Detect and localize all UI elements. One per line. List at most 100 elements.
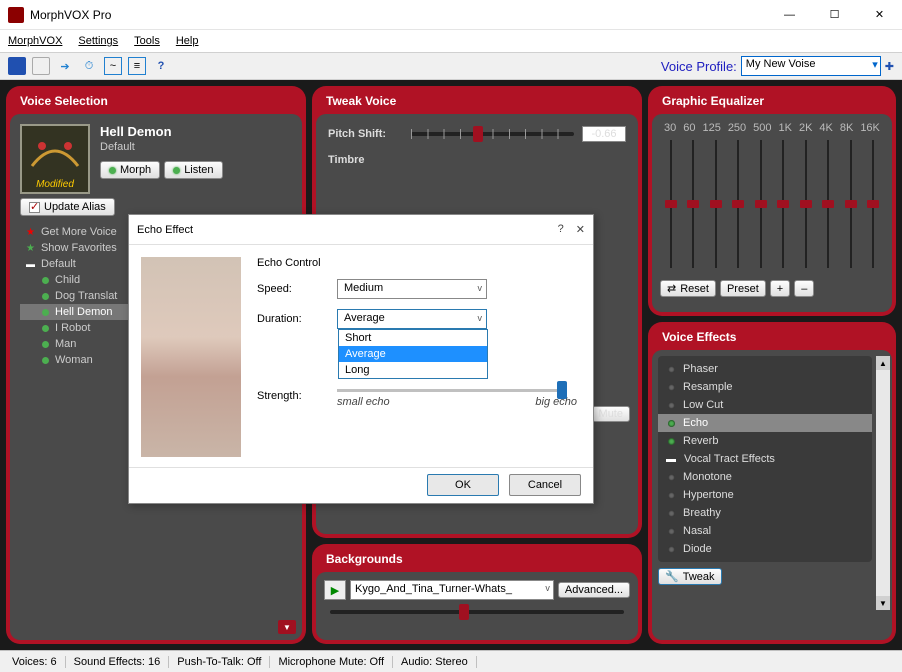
equalizer-body: 30601252505001K2K4K8K16K ⇄ Reset P (652, 114, 892, 312)
pitch-label: Pitch Shift: (328, 128, 403, 140)
background-select[interactable]: Kygo_And_Tina_Turner-Whats_ (350, 580, 554, 600)
voice-avatar: Modified (20, 124, 90, 194)
maximize-button[interactable]: ☐ (812, 0, 857, 29)
dialog-close-icon[interactable]: ✕ (576, 223, 585, 236)
toolbar-icon-1[interactable] (8, 57, 26, 75)
scroll-down-icon[interactable]: ▼ (876, 596, 890, 610)
eq-slider[interactable] (776, 140, 790, 268)
effect-item[interactable]: Breathy (658, 504, 872, 522)
dialog-preview-image (141, 257, 241, 457)
eq-band-labels: 30601252505001K2K4K8K16K (660, 122, 884, 134)
voice-profile-select[interactable]: My New Voise (741, 56, 881, 76)
effect-item[interactable]: Phaser (658, 360, 872, 378)
morph-button[interactable]: Morph (100, 161, 160, 179)
speed-label: Speed: (257, 283, 337, 295)
cancel-button[interactable]: Cancel (509, 474, 581, 496)
effect-item[interactable]: Monotone (658, 468, 872, 486)
strength-label: Strength: (257, 390, 337, 402)
scroll-up-icon[interactable]: ▲ (876, 356, 890, 370)
voice-profile: Voice Profile: My New Voise ✚ (661, 56, 894, 76)
duration-label: Duration: (257, 313, 337, 325)
speed-select[interactable]: Medium (337, 279, 487, 299)
dialog-help-icon[interactable]: ? (558, 223, 564, 236)
status-audio: Audio: Stereo (393, 656, 477, 668)
strength-slider[interactable] (337, 389, 567, 392)
effect-item[interactable]: Diode (658, 540, 872, 558)
toolbar-help-icon[interactable]: ? (152, 57, 170, 75)
window-title: MorphVOX Pro (30, 8, 111, 22)
timbre-label: Timbre (328, 154, 403, 166)
equalizer-title: Graphic Equalizer (652, 90, 892, 114)
eq-slider[interactable] (799, 140, 813, 268)
update-alias-button[interactable]: Update Alias (20, 198, 115, 216)
effect-item[interactable]: Low Cut (658, 396, 872, 414)
voice-effects-body: Phaser Resample Low Cut Echo Reverb ▬Voc… (652, 350, 892, 640)
duration-select[interactable]: Average Short Average Long (337, 309, 487, 329)
eq-preset-button[interactable]: Preset (720, 280, 766, 297)
strength-min-label: small echo (337, 396, 390, 408)
ok-button[interactable]: OK (427, 474, 499, 496)
eq-slider[interactable] (664, 140, 678, 268)
echo-effect-dialog: Echo Effect ? ✕ Echo Control Speed: Medi… (128, 214, 594, 504)
close-button[interactable]: ✕ (857, 0, 902, 29)
duration-dropdown: Short Average Long (338, 329, 488, 379)
eq-slider[interactable] (686, 140, 700, 268)
pitch-slider[interactable] (411, 132, 574, 136)
minimize-button[interactable]: — (767, 0, 812, 29)
toolbar-icon-4[interactable]: ⏱ (80, 57, 98, 75)
eq-slider[interactable] (844, 140, 858, 268)
toolbar-icon-5[interactable]: ~ (104, 57, 122, 75)
titlebar: MorphVOX Pro — ☐ ✕ (0, 0, 902, 30)
effect-item[interactable]: Resample (658, 378, 872, 396)
eq-plus-button[interactable]: + (770, 280, 790, 297)
mute-button[interactable]: Mute (592, 406, 630, 422)
eq-slider[interactable] (821, 140, 835, 268)
voice-effects-list: Phaser Resample Low Cut Echo Reverb ▬Voc… (658, 356, 872, 562)
duration-option-selected[interactable]: Average (339, 346, 487, 362)
effect-group[interactable]: ▬Vocal Tract Effects (658, 450, 872, 468)
window-controls: — ☐ ✕ (767, 0, 902, 29)
eq-minus-button[interactable]: – (794, 280, 814, 297)
menu-help[interactable]: Help (176, 35, 199, 47)
update-alias-check-icon (29, 202, 40, 213)
eq-slider[interactable] (709, 140, 723, 268)
eq-slider[interactable] (731, 140, 745, 268)
duration-option[interactable]: Short (339, 330, 487, 346)
dialog-title: Echo Effect (137, 224, 193, 236)
play-button[interactable]: ▶ (324, 580, 346, 600)
current-voice-name: Hell Demon (100, 124, 292, 139)
toolbar-icon-2[interactable] (32, 57, 50, 75)
tweak-voice-title: Tweak Voice (316, 90, 638, 114)
menu-morphvox[interactable]: MorphVOX (8, 35, 62, 47)
voice-profile-value: My New Voise (746, 58, 816, 70)
background-volume-slider[interactable] (330, 610, 624, 614)
effects-scrollbar[interactable]: ▲▼ (876, 356, 890, 610)
app-icon (8, 7, 24, 23)
effect-item[interactable]: Hypertone (658, 486, 872, 504)
effect-item[interactable]: Nasal (658, 522, 872, 540)
status-voices: Voices: 6 (4, 656, 66, 668)
panel-expand-icon[interactable]: ▼ (278, 620, 296, 634)
eq-reset-button[interactable]: ⇄ Reset (660, 280, 716, 297)
toolbar-icon-6[interactable]: ≡ (128, 57, 146, 75)
effects-tweak-button[interactable]: 🔧 Tweak (658, 568, 722, 585)
eq-slider[interactable] (866, 140, 880, 268)
echo-control-group-label: Echo Control (257, 257, 581, 269)
effect-item-selected[interactable]: Echo (658, 414, 872, 432)
menu-settings[interactable]: Settings (78, 35, 118, 47)
backgrounds-title: Backgrounds (316, 548, 638, 572)
voice-selection-title: Voice Selection (10, 90, 302, 114)
duration-option[interactable]: Long (339, 362, 487, 378)
toolbar-icon-3[interactable]: ➔ (56, 57, 74, 75)
voice-effects-title: Voice Effects (652, 326, 892, 350)
equalizer-panel: Graphic Equalizer 30601252505001K2K4K8K1… (648, 86, 896, 316)
avatar-modified-label: Modified (24, 179, 86, 190)
effect-item[interactable]: Reverb (658, 432, 872, 450)
menu-tools[interactable]: Tools (134, 35, 160, 47)
voice-profile-extra-icon[interactable]: ✚ (885, 60, 894, 73)
pitch-value[interactable]: -0.66 (582, 126, 626, 142)
backgrounds-panel: Backgrounds ▶ Kygo_And_Tina_Turner-Whats… (312, 544, 642, 644)
listen-button[interactable]: Listen (164, 161, 222, 179)
advanced-button[interactable]: Advanced... (558, 582, 630, 598)
eq-slider[interactable] (754, 140, 768, 268)
